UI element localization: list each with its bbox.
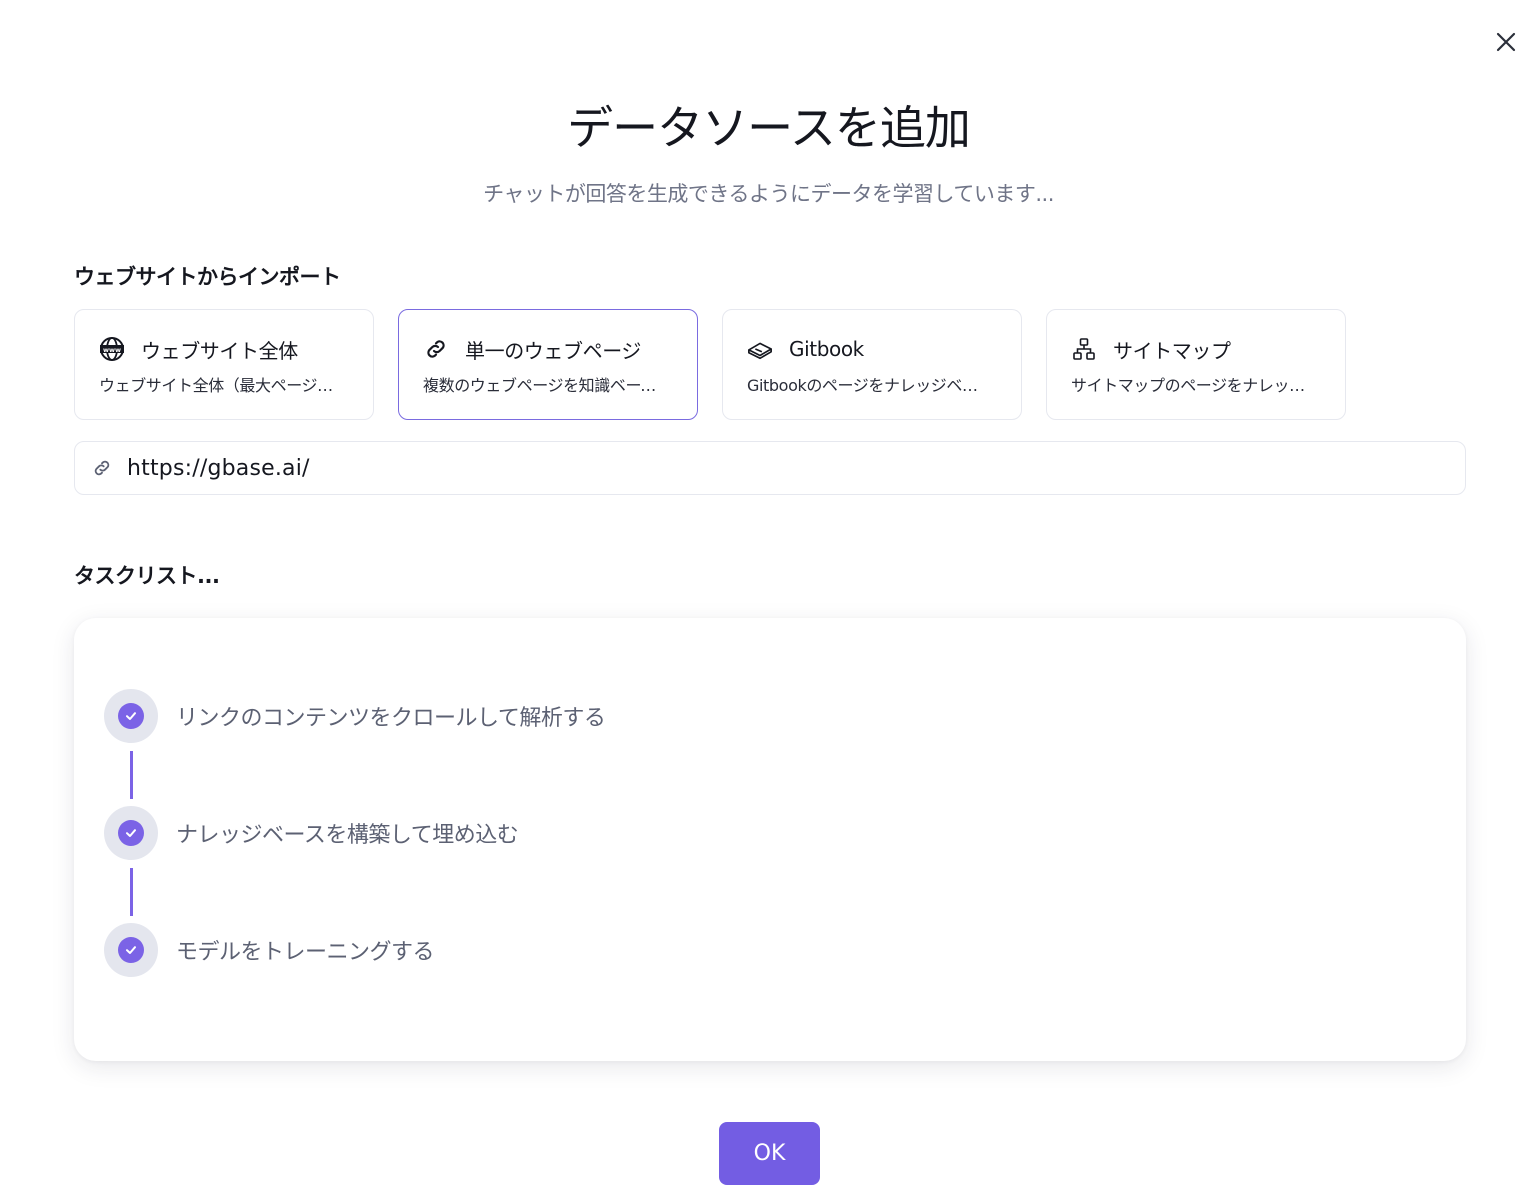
task-item: ナレッジベースを構築して埋め込む xyxy=(104,806,519,860)
book-icon xyxy=(747,336,773,362)
option-description: 複数のウェブページを知識ベースに... xyxy=(423,376,663,395)
option-description: ウェブサイト全体（最大ページ数... xyxy=(99,376,339,395)
close-button[interactable] xyxy=(1490,26,1522,58)
svg-text:www: www xyxy=(103,346,121,354)
task-list-panel: リンクのコンテンツをクロールして解析する ナレッジベースを構築して埋め込む モデ… xyxy=(74,618,1466,1061)
option-gitbook[interactable]: Gitbook Gitbookのページをナレッジベース... xyxy=(722,309,1022,420)
link-icon xyxy=(91,457,113,479)
ok-button[interactable]: OK xyxy=(719,1122,820,1185)
url-input[interactable] xyxy=(127,455,1465,481)
add-data-source-dialog: データソースを追加 チャットが回答を生成できるようにデータを学習しています...… xyxy=(0,0,1537,1204)
task-status xyxy=(104,689,158,743)
option-sitemap[interactable]: サイトマップ サイトマップのページをナレッジベー... xyxy=(1046,309,1346,420)
option-single-webpage[interactable]: 単一のウェブページ 複数のウェブページを知識ベースに... xyxy=(398,309,698,420)
option-title: サイトマップ xyxy=(1113,338,1231,363)
task-status xyxy=(104,923,158,977)
check-icon xyxy=(126,829,136,837)
option-title: ウェブサイト全体 xyxy=(141,338,298,363)
option-description: サイトマップのページをナレッジベー... xyxy=(1071,376,1311,395)
task-item: リンクのコンテンツをクロールして解析する xyxy=(104,689,606,743)
option-title: 単一のウェブページ xyxy=(465,338,641,363)
option-title: Gitbook xyxy=(789,337,864,361)
option-description: Gitbookのページをナレッジベース... xyxy=(747,376,987,395)
task-label: ナレッジベースを構築して埋め込む xyxy=(176,823,519,848)
option-whole-website[interactable]: www ウェブサイト全体 ウェブサイト全体（最大ページ数... xyxy=(74,309,374,420)
check-icon xyxy=(126,946,136,954)
task-label: リンクのコンテンツをクロールして解析する xyxy=(176,706,606,731)
task-status xyxy=(104,806,158,860)
sitemap-icon xyxy=(1071,336,1097,362)
task-connector xyxy=(130,751,133,799)
url-field[interactable] xyxy=(74,441,1466,495)
tasks-heading: タスクリスト... xyxy=(74,564,220,588)
import-heading: ウェブサイトからインポート xyxy=(74,265,341,289)
task-label: モデルをトレーニングする xyxy=(176,940,435,965)
check-icon xyxy=(126,712,136,720)
link-icon xyxy=(423,336,449,362)
task-connector xyxy=(130,868,133,916)
dialog-title: データソースを追加 xyxy=(567,101,971,155)
close-icon xyxy=(1496,32,1516,52)
dialog-subtitle: チャットが回答を生成できるようにデータを学習しています... xyxy=(483,182,1054,206)
import-options: www ウェブサイト全体 ウェブサイト全体（最大ページ数... 単一のウェブペー… xyxy=(74,309,1374,420)
globe-www-icon: www xyxy=(99,336,125,362)
task-item: モデルをトレーニングする xyxy=(104,923,435,977)
